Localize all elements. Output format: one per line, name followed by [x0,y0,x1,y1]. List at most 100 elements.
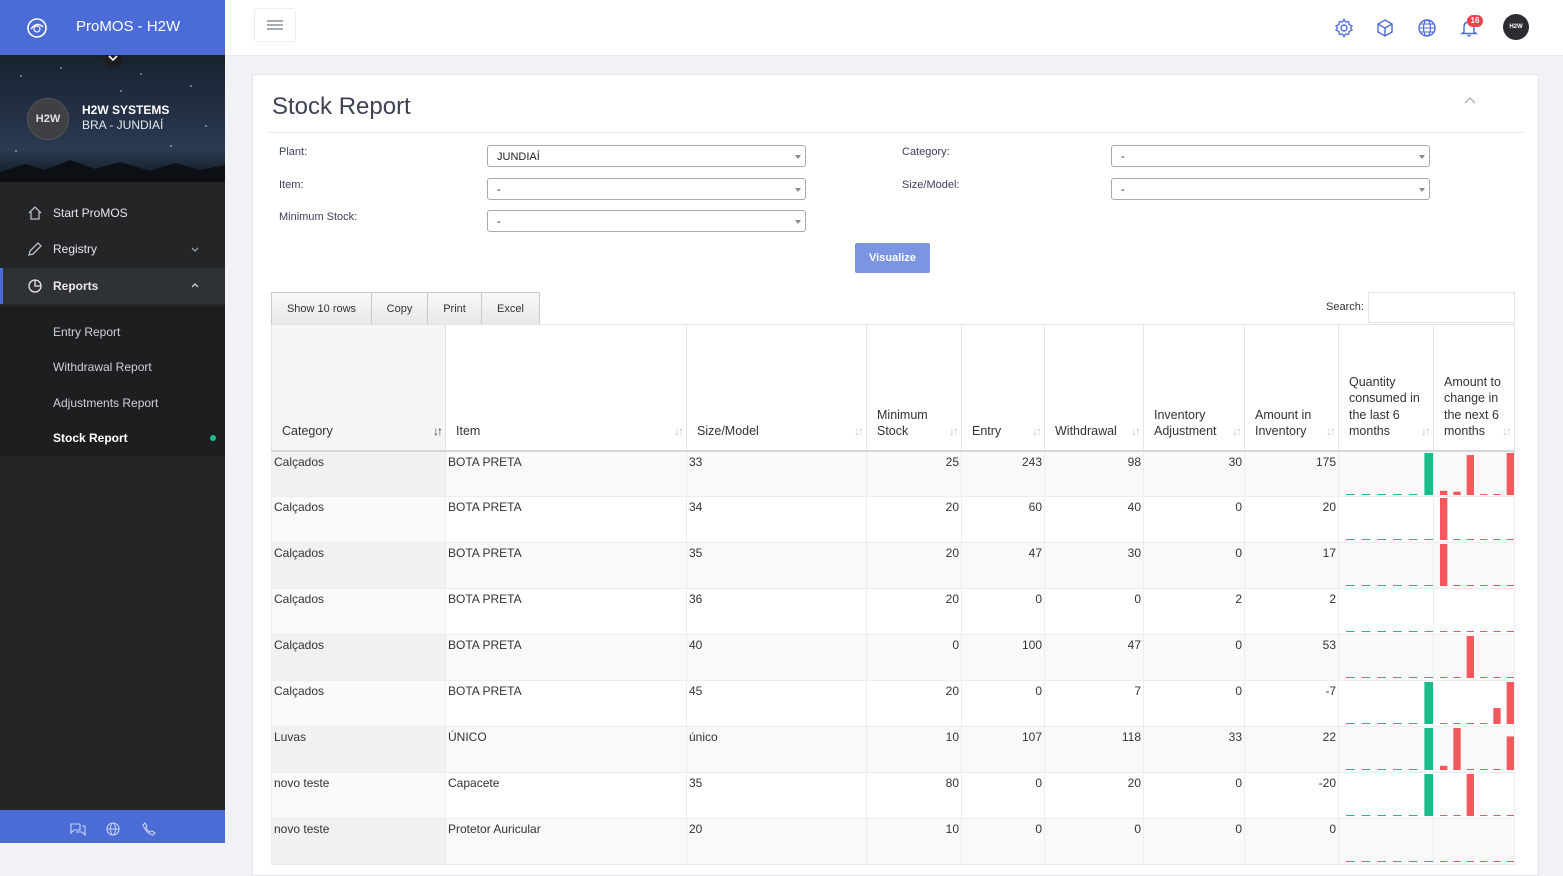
minimum-stock-select[interactable]: - [487,210,806,232]
copy-button[interactable]: Copy [372,293,428,324]
sidebar-item-registry[interactable]: Registry [0,231,225,267]
mountains-decoration [0,160,225,182]
profile-avatar[interactable]: H2W [27,98,69,140]
table-row[interactable]: Luvas ÚNICO único 10 107 118 33 22 [271,726,1515,773]
column-header-size-model[interactable]: Size/Model ↓↑ [686,324,867,451]
stock-report-card: Stock Report Plant: JUNDIAÍ Category: - … [252,74,1539,876]
excel-button[interactable]: Excel [482,293,539,324]
sparkline-baseline [1377,493,1386,495]
table-row[interactable]: novo teste Protetor Auricular 20 10 0 0 0 0 [271,818,1515,865]
table-row[interactable]: Calçados BOTA PRETA 33 25 243 98 30 175 [271,450,1515,497]
topbar: 16 H2W [225,0,1563,55]
sidebar-item-reports[interactable]: Reports [0,268,225,304]
cell-quantity-consumed [1338,680,1434,727]
column-header-label: Inventory Adjustment [1154,407,1217,439]
column-header-minimum-stock[interactable]: Minimum Stock ↓↑ [866,324,962,451]
cell-quantity-consumed [1338,772,1434,819]
sparkline-baseline [1361,493,1371,495]
sparkline-baseline [1377,815,1386,816]
plant-select[interactable]: JUNDIAÍ [487,145,806,167]
app-logo-icon[interactable] [26,17,48,44]
show-rows-button[interactable]: Show 10 rows [272,293,372,324]
globe-icon[interactable] [1417,18,1437,43]
print-button[interactable]: Print [428,293,482,324]
cell-size-model: 45 [686,680,867,727]
sort-icon: ↓↑ [1131,424,1141,438]
table-row[interactable]: Calçados BOTA PRETA 36 20 0 0 2 2 [271,588,1515,635]
change-sparkline [1440,728,1514,770]
cell-amount-in-inventory: -20 [1244,772,1339,819]
consumed-sparkline [1346,774,1433,816]
column-header-amount-to-change[interactable]: Amount to change in the next 6 months ↓↑ [1433,324,1515,451]
cell-amount-in-inventory: 20 [1244,496,1339,543]
sparkline-baseline [1466,585,1474,586]
cell-category: novo teste [271,772,446,819]
column-header-item[interactable]: Item ↓↑ [445,324,687,451]
sort-icon: ↓↑ [1502,424,1512,438]
cell-amount-in-inventory: 175 [1244,450,1339,497]
sparkline-baseline [1377,723,1386,724]
size-model-select[interactable]: - [1111,178,1430,200]
sidebar-subitem-entry-report[interactable]: Entry Report [53,325,120,339]
table-row[interactable]: Calçados BOTA PRETA 45 20 0 7 0 -7 [271,680,1515,727]
chat-icon[interactable] [70,822,86,841]
sparkline-baseline [1466,539,1474,540]
category-select[interactable]: - [1111,145,1430,167]
sparkline-baseline [1408,677,1418,678]
sparkline-baseline [1377,861,1386,862]
cell-inventory-adjustment: 0 [1143,634,1245,681]
chevron-up-icon[interactable] [1463,92,1477,110]
cell-withdrawal: 40 [1044,496,1144,543]
cell-category: Luvas [271,726,446,773]
sparkline-baseline [1424,539,1433,540]
sparkline-baseline [1480,861,1488,862]
globe-icon[interactable] [106,822,120,841]
column-header-withdrawal[interactable]: Withdrawal ↓↑ [1044,324,1144,451]
sparkline-baseline [1346,631,1355,632]
change-sparkline [1440,774,1514,816]
table-row[interactable]: Calçados BOTA PRETA 35 20 47 30 0 17 [271,542,1515,589]
cell-entry: 243 [961,450,1045,497]
cell-inventory-adjustment: 2 [1143,588,1245,635]
column-header-amount-in-inventory[interactable]: Amount in Inventory ↓↑ [1244,324,1339,451]
sparkline-baseline [1480,585,1488,586]
sparkline-bar [1424,452,1433,495]
sparkline-baseline [1480,723,1488,724]
table-row[interactable]: Calçados BOTA PRETA 34 20 60 40 0 20 [271,496,1515,543]
column-header-category[interactable]: Category ↓↑ [271,324,446,451]
sidebar-item-start[interactable]: Start ProMOS [0,195,225,231]
column-header-quantity-consumed[interactable]: Quantity consumed in the last 6 months ↓↑ [1338,324,1434,451]
column-header-inventory-adjustment[interactable]: Inventory Adjustment ↓↑ [1143,324,1245,451]
user-avatar[interactable]: H2W [1503,14,1529,40]
column-header-entry[interactable]: Entry ↓↑ [961,324,1045,451]
cell-size-model: 33 [686,450,867,497]
dropdown-arrow-icon [795,188,801,192]
menu-toggle-button[interactable] [254,8,296,42]
column-header-label: Minimum Stock [877,407,928,439]
sparkline-baseline [1440,815,1448,816]
profile-toggle[interactable] [103,55,123,68]
sidebar-subitem-adjustments-report[interactable]: Adjustments Report [53,396,158,410]
box-icon[interactable] [1375,18,1395,43]
item-select[interactable]: - [487,178,806,200]
sparkline-baseline [1440,677,1448,678]
gear-icon[interactable] [1334,18,1354,43]
cell-minimum-stock: 10 [866,818,962,865]
phone-icon[interactable] [142,822,156,841]
active-indicator [210,435,216,441]
table-row[interactable]: Calçados BOTA PRETA 40 0 100 47 0 53 [271,634,1515,681]
consumed-sparkline [1346,861,1433,862]
visualize-button[interactable]: Visualize [855,243,930,273]
cell-quantity-consumed [1338,634,1434,681]
sparkline-baseline [1408,539,1418,540]
home-icon [27,205,43,224]
app-title[interactable]: ProMOS - H2W [76,18,180,35]
table-row[interactable]: novo teste Capacete 35 80 0 20 0 -20 [271,772,1515,819]
cell-size-model: único [686,726,867,773]
column-header-label: Withdrawal [1055,424,1117,438]
sidebar-subitem-stock-report[interactable]: Stock Report [53,431,128,445]
cell-minimum-stock: 20 [866,588,962,635]
search-input[interactable] [1368,292,1515,323]
sidebar-subitem-withdrawal-report[interactable]: Withdrawal Report [53,360,152,374]
sparkline-bar [1453,491,1461,495]
